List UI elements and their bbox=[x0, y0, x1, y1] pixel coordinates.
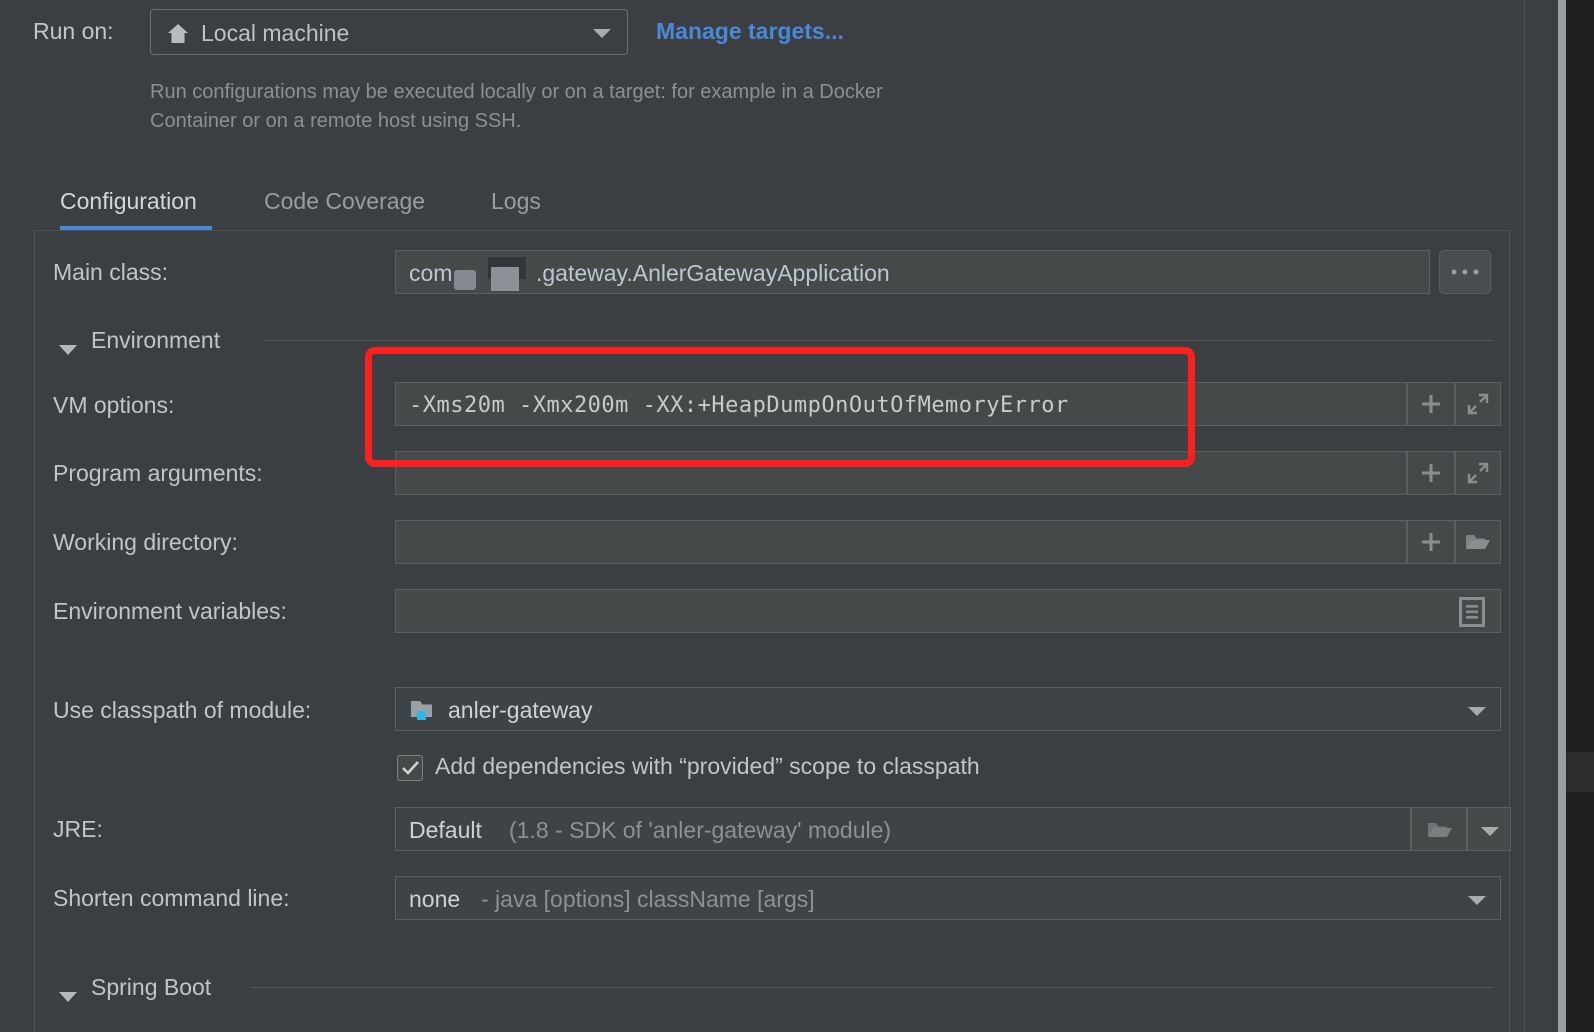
redaction-block-1 bbox=[454, 270, 476, 290]
vertical-scrollbar[interactable] bbox=[1558, 0, 1566, 1032]
shorten-command-line-combobox[interactable]: none - java [options] className [args] bbox=[395, 876, 1501, 920]
run-on-description: Run configurations may be executed local… bbox=[150, 81, 883, 132]
provided-scope-label: Add dependencies with “provided” scope t… bbox=[435, 753, 980, 779]
vm-options-label: VM options: bbox=[53, 392, 175, 418]
document-list-icon bbox=[1459, 597, 1485, 627]
run-target-value: Local machine bbox=[201, 20, 350, 46]
configuration-panel: Main class: com .gateway.AnlerGatewayApp… bbox=[34, 230, 1511, 1032]
jre-value-secondary: (1.8 - SDK of 'anler-gateway' module) bbox=[509, 817, 892, 843]
shorten-value-secondary: - java [options] className [args] bbox=[481, 886, 815, 912]
home-icon bbox=[167, 23, 189, 44]
program-arguments-field[interactable] bbox=[395, 451, 1407, 495]
classpath-module-combobox[interactable]: anler-gateway bbox=[395, 687, 1501, 731]
environment-section-divider bbox=[263, 340, 1493, 341]
main-class-label: Main class: bbox=[53, 259, 169, 285]
jre-dropdown-button[interactable] bbox=[1467, 807, 1511, 851]
vm-options-add-button[interactable] bbox=[1407, 382, 1455, 426]
chevron-down-icon bbox=[1468, 707, 1486, 716]
vm-options-field[interactable]: -Xms20m -Xmx200m -XX:+HeapDumpOnOutOfMem… bbox=[395, 382, 1407, 426]
main-class-suffix: .gateway.AnlerGatewayApplication bbox=[536, 260, 890, 286]
environment-variables-browse-button[interactable] bbox=[1459, 597, 1485, 632]
chevron-down-icon bbox=[593, 29, 611, 38]
ellipsis-icon bbox=[1451, 269, 1479, 275]
vm-options-value: -Xms20m -Xmx200m -XX:+HeapDumpOnOutOfMem… bbox=[409, 393, 1069, 418]
jre-browse-button[interactable] bbox=[1411, 807, 1467, 851]
environment-variables-field[interactable] bbox=[395, 589, 1501, 633]
panel-right-edge bbox=[1524, 0, 1525, 1032]
run-target-combobox[interactable]: Local machine bbox=[150, 9, 628, 55]
main-class-prefix: com bbox=[409, 260, 453, 286]
checkmark-icon bbox=[402, 761, 419, 775]
working-directory-field[interactable] bbox=[395, 520, 1407, 564]
folder-icon bbox=[1428, 823, 1452, 837]
tab-configuration-label: Configuration bbox=[60, 188, 197, 214]
plus-icon bbox=[1422, 395, 1440, 413]
environment-variables-label: Environment variables: bbox=[53, 598, 287, 624]
main-class-field[interactable]: com .gateway.AnlerGatewayApplication bbox=[395, 250, 1430, 294]
tab-logs[interactable]: Logs bbox=[491, 178, 553, 230]
redaction-block-3 bbox=[491, 267, 519, 291]
run-on-label: Run on: bbox=[33, 18, 114, 44]
module-folder-icon bbox=[410, 699, 436, 721]
working-directory-add-button[interactable] bbox=[1407, 520, 1455, 564]
plus-icon bbox=[1422, 533, 1440, 551]
tab-configuration[interactable]: Configuration bbox=[60, 178, 212, 230]
outside-window-area bbox=[1566, 0, 1594, 1032]
tab-logs-label: Logs bbox=[491, 188, 541, 214]
spring-boot-collapse-icon[interactable] bbox=[59, 992, 77, 1002]
expand-arrows-icon bbox=[1467, 462, 1489, 484]
jre-value-primary: Default bbox=[409, 817, 482, 843]
run-on-row: Run on: Local machine Manage targets... bbox=[0, 0, 1524, 64]
main-class-browse-button[interactable] bbox=[1439, 250, 1491, 294]
shorten-value-primary: none bbox=[409, 886, 461, 912]
plus-icon bbox=[1422, 464, 1440, 482]
working-directory-browse-button[interactable] bbox=[1455, 520, 1501, 564]
spring-boot-section-label: Spring Boot bbox=[91, 974, 212, 1000]
spring-boot-section-divider bbox=[251, 987, 1493, 988]
tab-bar: Configuration Code Coverage Logs bbox=[0, 178, 1524, 230]
chevron-down-icon bbox=[1468, 896, 1486, 905]
classpath-module-value: anler-gateway bbox=[448, 697, 593, 723]
tab-code-coverage-label: Code Coverage bbox=[264, 188, 426, 214]
jre-label: JRE: bbox=[53, 816, 103, 842]
provided-scope-checkbox[interactable] bbox=[397, 755, 423, 781]
folder-icon bbox=[1466, 535, 1490, 549]
outside-window-area-secondary bbox=[1566, 752, 1594, 792]
program-arguments-add-button[interactable] bbox=[1407, 451, 1455, 495]
chevron-down-icon bbox=[1481, 827, 1499, 836]
program-arguments-label: Program arguments: bbox=[53, 460, 263, 486]
working-directory-label: Working directory: bbox=[53, 529, 238, 555]
environment-section-label: Environment bbox=[91, 327, 221, 353]
shorten-command-line-label: Shorten command line: bbox=[53, 885, 290, 911]
classpath-module-label: Use classpath of module: bbox=[53, 697, 312, 723]
tab-code-coverage[interactable]: Code Coverage bbox=[264, 178, 440, 230]
vm-options-expand-button[interactable] bbox=[1455, 382, 1501, 426]
manage-targets-link[interactable]: Manage targets... bbox=[656, 18, 844, 45]
expand-arrows-icon bbox=[1467, 393, 1489, 415]
environment-collapse-icon[interactable] bbox=[59, 345, 77, 355]
program-arguments-expand-button[interactable] bbox=[1455, 451, 1501, 495]
jre-combobox[interactable]: Default (1.8 - SDK of 'anler-gateway' mo… bbox=[395, 807, 1411, 851]
run-configuration-dialog: Run on: Local machine Manage targets... … bbox=[0, 0, 1594, 1032]
